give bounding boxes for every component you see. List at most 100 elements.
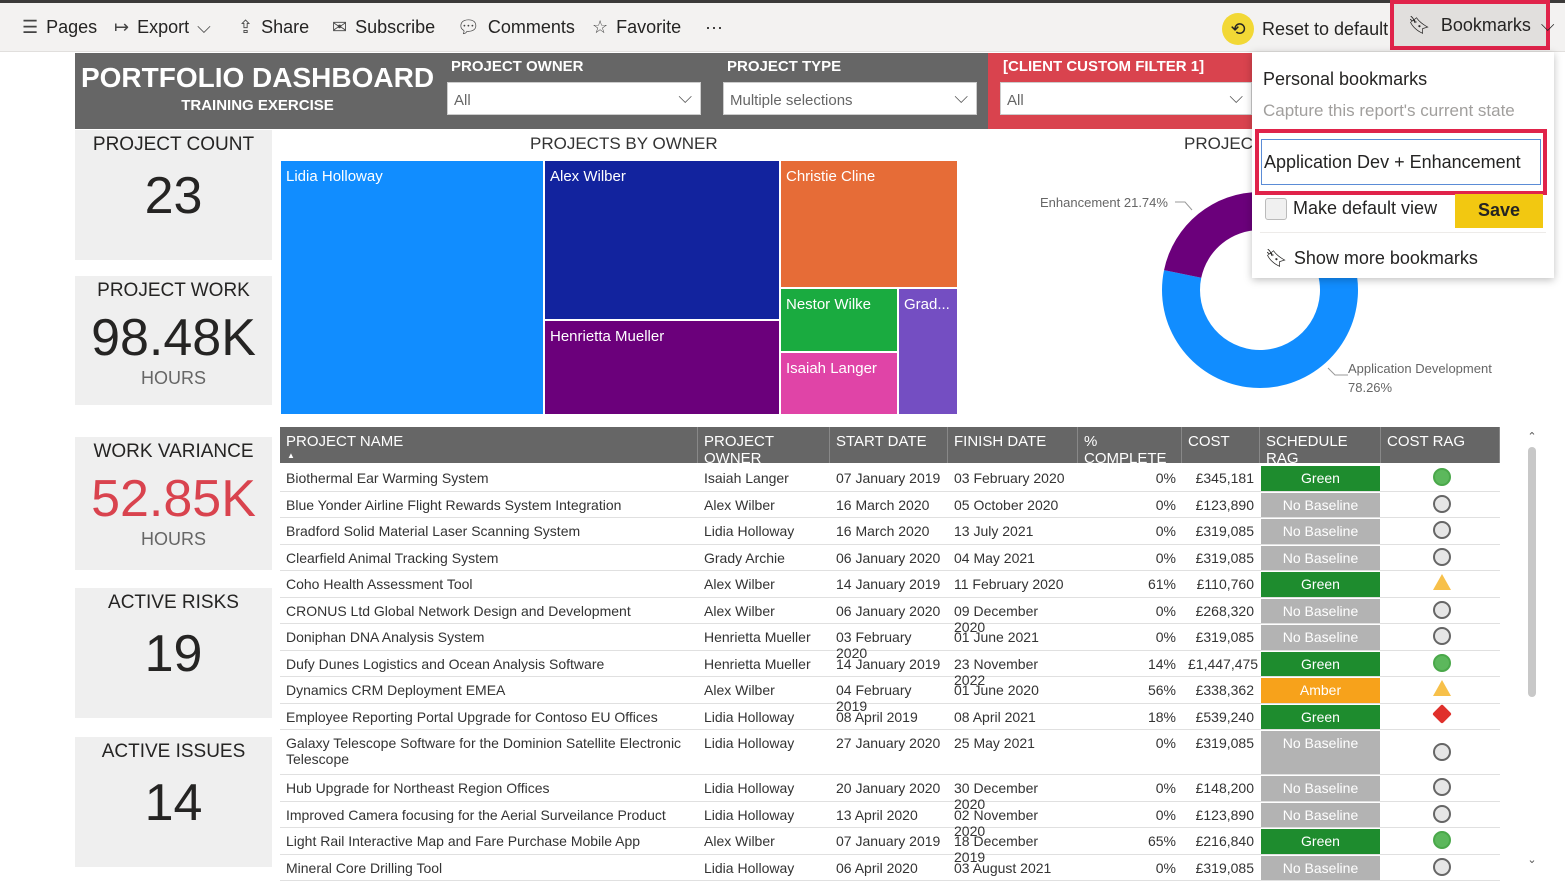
- subscribe-button[interactable]: ✉ Subscribe: [332, 17, 435, 38]
- table-row[interactable]: Bradford Solid Material Laser Scanning S…: [280, 518, 1500, 545]
- table-row[interactable]: Hub Upgrade for Northeast Region Offices…: [280, 775, 1500, 812]
- cell-owner: Lidia Holloway: [704, 523, 795, 539]
- cell-cost: £319,085: [1195, 523, 1254, 539]
- cell-start: 14 January 2019: [836, 655, 941, 672]
- bookmarks-popup: Personal bookmarks Capture this report's…: [1252, 52, 1554, 278]
- cell-start: 14 January 2019: [836, 576, 941, 592]
- table-row[interactable]: Biothermal Ear Warming System Isaiah Lang…: [280, 465, 1500, 492]
- mail-icon: ✉: [332, 17, 348, 37]
- cell-complete: 0%: [1155, 859, 1176, 876]
- table-row[interactable]: Clearfield Animal Tracking System Grady A…: [280, 545, 1500, 571]
- scroll-thumb[interactable]: [1528, 447, 1536, 697]
- column-header[interactable]: COST RAG: [1381, 427, 1500, 463]
- table-row[interactable]: Employee Reporting Portal Upgrade for Co…: [280, 703, 1500, 730]
- column-header[interactable]: SCHEDULE RAG: [1260, 427, 1381, 467]
- client-custom-filter: [CLIENT CUSTOM FILTER 1] All ⌵: [988, 53, 1252, 129]
- column-header[interactable]: % COMPLETE: [1078, 427, 1182, 467]
- treemap-cell[interactable]: Nestor Wilke: [780, 288, 898, 352]
- cell-name: Galaxy Telescope Software for the Domini…: [286, 735, 682, 767]
- export-button[interactable]: ↦ Export ⌵: [114, 17, 211, 38]
- save-button[interactable]: Save: [1455, 194, 1543, 228]
- cell-owner: Alex Wilber: [704, 496, 775, 513]
- cell-finish: 01 June 2021: [954, 629, 1039, 645]
- popup-heading: Personal bookmarks: [1263, 69, 1428, 89]
- cell-start: 06 April 2020: [836, 859, 918, 876]
- cell-complete: 18%: [1147, 708, 1176, 725]
- cell-start: 06 January 2020: [836, 549, 941, 566]
- share-button[interactable]: ⇪ Share: [238, 17, 309, 38]
- treemap-cell[interactable]: Lidia Holloway: [280, 160, 544, 415]
- cell-finish: 05 October 2020: [954, 496, 1059, 513]
- show-more-bookmarks[interactable]: 🔖︎ Show more bookmarks: [1265, 248, 1478, 269]
- green-circle-icon: [1433, 653, 1451, 672]
- schedule-rag-badge: Green: [1261, 704, 1380, 729]
- chevron-down-icon: ⌵: [678, 87, 692, 107]
- cell-name: Doniphan DNA Analysis System: [286, 629, 485, 645]
- pages-button[interactable]: ☰ Pages: [22, 17, 97, 38]
- column-header[interactable]: COST: [1182, 427, 1260, 463]
- table-row[interactable]: Mineral Core Drilling Tool Lidia Holloway…: [280, 855, 1500, 881]
- table-row[interactable]: Galaxy Telescope Software for the Domini…: [280, 730, 1500, 775]
- project-owner-filter: PROJECT OWNER All ⌵: [447, 53, 702, 129]
- cell-owner: Lidia Holloway: [704, 708, 795, 725]
- table-row[interactable]: Coho Health Assessment Tool Alex Wilber 14…: [280, 571, 1500, 598]
- column-header[interactable]: START DATE: [830, 427, 948, 463]
- table-row[interactable]: Dynamics CRM Deployment EMEA Alex Wilber 0…: [280, 677, 1500, 714]
- schedule-rag-badge: Amber: [1261, 678, 1380, 703]
- table-row[interactable]: Blue Yonder Airline Flight Rewards Syste…: [280, 492, 1500, 518]
- cell-owner: Alex Wilber: [704, 602, 775, 619]
- cell-start: 20 January 2020: [836, 780, 941, 796]
- grey-circle-icon: [1433, 627, 1451, 646]
- favorite-button[interactable]: ☆ Favorite: [592, 17, 681, 38]
- treemap-cell[interactable]: Henrietta Mueller: [544, 320, 780, 415]
- cell-complete: 0%: [1155, 735, 1176, 751]
- project-owner-dropdown[interactable]: All ⌵: [447, 82, 701, 115]
- table-row[interactable]: Dufy Dunes Logistics and Ocean Analysis …: [280, 651, 1500, 688]
- schedule-rag-badge: No Baseline: [1261, 802, 1380, 827]
- cell-complete: 0%: [1155, 629, 1176, 645]
- treemap-cell[interactable]: Isaiah Langer: [780, 352, 898, 415]
- cell-name: Improved Camera focusing for the Aerial …: [286, 806, 666, 823]
- more-button[interactable]: ···: [705, 17, 723, 38]
- treemap-cell[interactable]: Alex Wilber: [544, 160, 780, 320]
- schedule-rag-badge: No Baseline: [1261, 776, 1380, 801]
- cell-owner: Lidia Holloway: [704, 806, 795, 823]
- cell-finish: 08 April 2021: [954, 708, 1036, 725]
- popup-hint: Capture this report's current state: [1263, 101, 1515, 120]
- green-circle-icon: [1433, 468, 1451, 487]
- column-header[interactable]: PROJECT NAME ▲: [280, 427, 698, 463]
- cell-finish: 11 February 2020: [954, 576, 1064, 592]
- schedule-rag-badge: Green: [1261, 829, 1380, 854]
- table-scrollbar[interactable]: ⌃ ⌄: [1526, 430, 1538, 866]
- grey-circle-icon: [1433, 547, 1451, 566]
- reset-button[interactable]: ⟲ Reset to default: [1222, 13, 1388, 45]
- column-header[interactable]: FINISH DATE: [948, 427, 1078, 463]
- cell-start: 06 January 2020: [836, 602, 941, 619]
- project-type-dropdown[interactable]: Multiple selections ⌵: [723, 82, 977, 115]
- column-header[interactable]: PROJECT OWNER: [698, 427, 830, 467]
- bookmarks-button[interactable]: 🔖︎ Bookmarks ⌵: [1390, 0, 1555, 50]
- client-custom-dropdown[interactable]: All ⌵: [1000, 82, 1252, 115]
- bookmark-name-input[interactable]: Application Dev + Enhancement: [1261, 139, 1541, 185]
- default-view-checkbox[interactable]: [1265, 198, 1287, 220]
- card-work-variance: WORK VARIANCE 52.85K HOURS: [75, 437, 272, 570]
- card-active-issues: ACTIVE ISSUES 14: [75, 737, 272, 867]
- bookmark-name-highlight: Application Dev + Enhancement: [1255, 129, 1547, 195]
- cell-name: Blue Yonder Airline Flight Rewards Syste…: [286, 496, 622, 513]
- cell-cost: £345,181: [1195, 470, 1254, 486]
- table-row[interactable]: Doniphan DNA Analysis System Henrietta Mu…: [280, 624, 1500, 661]
- donut-slice[interactable]: [1164, 192, 1260, 278]
- table-row[interactable]: Light Rail Interactive Map and Fare Purc…: [280, 828, 1500, 865]
- treemap-title: PROJECTS BY OWNER: [530, 134, 718, 153]
- treemap-cell[interactable]: Christie Cline: [780, 160, 958, 288]
- comments-button[interactable]: 💬︎ Comments: [457, 17, 575, 38]
- warning-triangle-icon: [1433, 574, 1451, 591]
- cell-complete: 65%: [1147, 833, 1176, 849]
- table-row[interactable]: Improved Camera focusing for the Aerial …: [280, 802, 1500, 839]
- cell-complete: 0%: [1155, 780, 1176, 796]
- cell-name: CRONUS Ltd Global Network Design and Dev…: [286, 602, 631, 619]
- treemap-cell[interactable]: Grad...: [898, 288, 958, 415]
- table-row[interactable]: CRONUS Ltd Global Network Design and Dev…: [280, 598, 1500, 635]
- grey-circle-icon: [1433, 494, 1451, 513]
- cell-finish: 13 July 2021: [954, 523, 1034, 539]
